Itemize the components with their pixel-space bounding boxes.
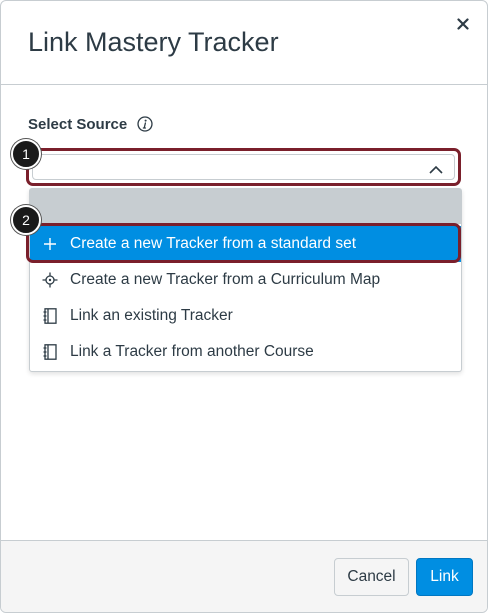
dialog-title: Link Mastery Tracker bbox=[28, 27, 279, 57]
target-icon bbox=[30, 272, 70, 288]
select-source-dropdown[interactable] bbox=[32, 154, 455, 180]
callout-highlight-select bbox=[26, 148, 461, 186]
dialog-header: Link Mastery Tracker bbox=[1, 1, 487, 85]
select-source-label-row: Select Source bbox=[28, 113, 153, 135]
option-label: Link an existing Tracker bbox=[70, 307, 233, 324]
source-options-list: Create a new Tracker from a standard set… bbox=[29, 188, 462, 372]
info-icon[interactable] bbox=[137, 116, 153, 132]
link-button[interactable]: Link bbox=[416, 558, 473, 596]
callout-badge-2: 2 bbox=[11, 205, 41, 235]
dialog-footer: Cancel Link bbox=[1, 540, 487, 612]
option-curriculum-map[interactable]: Create a new Tracker from a Curriculum M… bbox=[30, 262, 461, 298]
cancel-button[interactable]: Cancel bbox=[334, 558, 409, 596]
select-source-label: Select Source bbox=[28, 115, 128, 133]
close-button[interactable] bbox=[453, 14, 473, 34]
notebook-icon bbox=[30, 344, 70, 360]
option-existing-tracker[interactable]: Link an existing Tracker bbox=[30, 298, 461, 334]
option-label: Create a new Tracker from a Curriculum M… bbox=[70, 271, 381, 288]
link-mastery-tracker-dialog: Link Mastery Tracker Select Source Creat… bbox=[0, 0, 488, 613]
notebook-icon bbox=[30, 308, 70, 324]
option-another-course[interactable]: Link a Tracker from another Course bbox=[30, 334, 461, 370]
close-icon bbox=[457, 18, 469, 30]
chevron-up-icon bbox=[429, 165, 443, 174]
dropdown-header bbox=[30, 189, 461, 224]
option-label: Link a Tracker from another Course bbox=[70, 343, 314, 360]
callout-badge-1: 1 bbox=[11, 139, 41, 169]
callout-highlight-option bbox=[26, 223, 461, 263]
